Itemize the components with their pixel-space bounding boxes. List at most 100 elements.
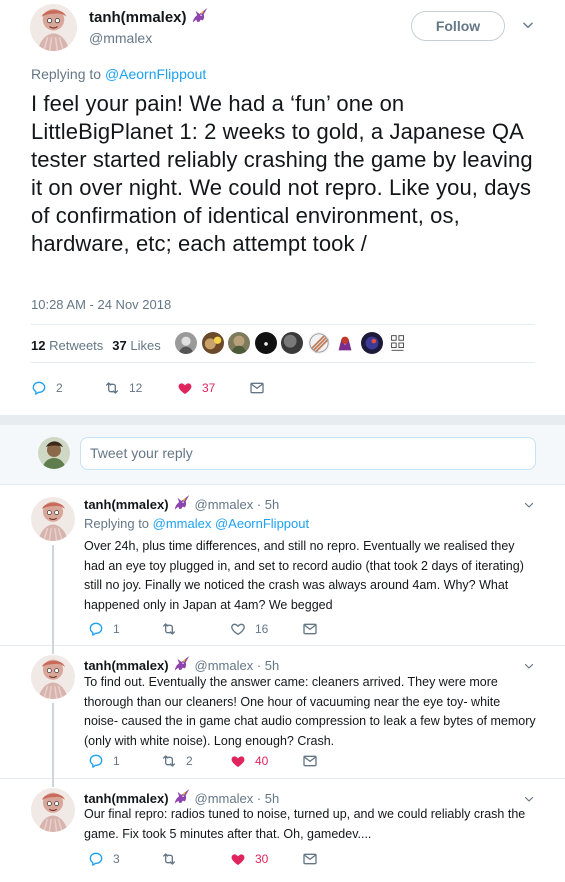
- liker-avatar[interactable]: [306, 331, 331, 355]
- reply-tweet: tanh(mmalex) @mmalex · 5h Our final repro…: [0, 779, 565, 882]
- avatar[interactable]: [31, 497, 75, 541]
- reply-icon: [88, 621, 104, 637]
- author-handle[interactable]: @mmalex: [195, 658, 254, 673]
- liker-avatar[interactable]: [200, 331, 225, 355]
- author-name[interactable]: tanh(mmalex): [89, 9, 187, 26]
- reply-composer: Tweet your reply: [0, 425, 565, 485]
- liker-avatar[interactable]: [280, 331, 304, 355]
- retweet-action[interactable]: 2: [161, 753, 193, 769]
- author-name[interactable]: tanh(mmalex): [84, 497, 169, 512]
- liker-avatar[interactable]: [253, 331, 278, 355]
- heart-icon: [230, 851, 246, 867]
- like-action[interactable]: 16: [230, 621, 268, 637]
- heart-icon: [230, 753, 246, 769]
- direct-message-action[interactable]: [302, 851, 318, 867]
- chevron-down-icon[interactable]: [523, 793, 535, 805]
- retweet-icon: [161, 851, 177, 867]
- reply-count: 2: [56, 381, 63, 395]
- replying-to: Replying to @AeornFlippout: [31, 66, 206, 82]
- likes-count: 37: [112, 337, 127, 353]
- liker-avatar[interactable]: [386, 331, 410, 355]
- thread-line: [52, 779, 54, 787]
- reply-icon: [31, 380, 47, 396]
- retweet-count: 12: [129, 381, 143, 395]
- like-action[interactable]: 37: [177, 380, 215, 396]
- reply-action[interactable]: 1: [88, 753, 120, 769]
- tweet-time[interactable]: · 5h: [257, 497, 279, 512]
- retweets-count: 12: [31, 337, 46, 353]
- tweet-actions: 2 12 37: [31, 380, 535, 396]
- divider: [31, 362, 535, 363]
- reply-count: 1: [113, 622, 120, 636]
- chevron-down-icon[interactable]: [523, 499, 535, 511]
- replying-to-link[interactable]: @AeornFlippout: [105, 66, 206, 82]
- like-action[interactable]: 40: [230, 753, 268, 769]
- avatar[interactable]: [38, 437, 70, 469]
- direct-message-action[interactable]: [302, 621, 318, 637]
- author-handle[interactable]: @mmalex: [195, 791, 254, 806]
- tweet-actions: 3 30: [88, 851, 318, 867]
- like-count: 37: [202, 381, 216, 395]
- tweet-time[interactable]: · 5h: [257, 791, 279, 806]
- retweet-icon: [104, 380, 120, 396]
- reply-input[interactable]: Tweet your reply: [80, 437, 536, 470]
- avatar[interactable]: [31, 655, 75, 699]
- replying-to: Replying to @mmalex @AeornFlippout: [84, 516, 309, 531]
- tweet-text: I feel your pain! We had a ‘fun’ one on …: [31, 91, 533, 256]
- likes-stat[interactable]: 37 Likes: [112, 338, 160, 353]
- liker-avatar[interactable]: [227, 331, 251, 355]
- envelope-icon: [302, 851, 318, 867]
- avatar[interactable]: [30, 4, 77, 51]
- retweets-stat[interactable]: 12 Retweets: [31, 338, 103, 353]
- thread-line: [52, 545, 54, 646]
- reply-icon: [88, 851, 104, 867]
- author-name[interactable]: tanh(mmalex): [84, 658, 169, 673]
- liker-avatar[interactable]: [174, 331, 198, 355]
- retweet-action[interactable]: 12: [104, 380, 142, 396]
- thread-line: [52, 703, 54, 779]
- section-separator: [0, 415, 565, 425]
- reply-header: tanh(mmalex) @mmalex · 5h: [84, 656, 279, 673]
- envelope-icon: [302, 621, 318, 637]
- chevron-down-icon[interactable]: [523, 660, 535, 672]
- tweet-time[interactable]: · 5h: [257, 658, 279, 673]
- tweet-actions: 1 16: [88, 621, 318, 637]
- replying-to-link[interactable]: @mmalex @AeornFlippout: [153, 516, 309, 531]
- reply-action[interactable]: 1: [88, 621, 120, 637]
- reply-action[interactable]: 3: [88, 851, 120, 867]
- reply-count: 3: [113, 852, 120, 866]
- envelope-icon: [302, 753, 318, 769]
- reply-icon: [88, 753, 104, 769]
- follow-button[interactable]: Follow: [411, 11, 505, 41]
- author-name[interactable]: tanh(mmalex): [84, 791, 169, 806]
- avatar[interactable]: [31, 788, 75, 832]
- reply-action[interactable]: 2: [31, 380, 63, 396]
- likes-label: Likes: [130, 337, 161, 353]
- retweet-action[interactable]: [161, 621, 186, 637]
- author-name-row[interactable]: tanh(mmalex): [89, 8, 209, 27]
- direct-message-action[interactable]: [302, 753, 318, 769]
- tweet-actions: 1 2 40: [88, 753, 318, 769]
- divider: [31, 324, 535, 325]
- reply-tweet: tanh(mmalex) @mmalex · 5h Replying to @mm…: [0, 485, 565, 646]
- chevron-down-icon[interactable]: [521, 18, 535, 32]
- like-action[interactable]: 30: [230, 851, 268, 867]
- unicorn-emoji-icon: [173, 656, 191, 672]
- liker-avatars: [174, 331, 413, 355]
- tweet-timestamp[interactable]: 10:28 AM - 24 Nov 2018: [31, 297, 171, 312]
- like-count: 16: [255, 622, 269, 636]
- replying-prefix: Replying to: [84, 516, 153, 531]
- author-handle[interactable]: @mmalex: [89, 30, 152, 46]
- replying-prefix: Replying to: [31, 66, 105, 82]
- retweet-action[interactable]: [161, 851, 186, 867]
- liker-avatar[interactable]: [359, 331, 384, 355]
- tweet-text: To find out. Eventually the answer came:…: [84, 675, 536, 748]
- author-handle[interactable]: @mmalex: [195, 497, 254, 512]
- unicorn-emoji-icon: [191, 8, 209, 24]
- direct-message-action[interactable]: [249, 380, 265, 396]
- retweet-count: 2: [186, 754, 193, 768]
- liker-avatar[interactable]: [333, 331, 357, 355]
- tweet-text: Our final repro: radios tuned to noise, …: [84, 807, 526, 841]
- reply-header: tanh(mmalex) @mmalex · 5h: [84, 789, 279, 806]
- unicorn-emoji-icon: [173, 495, 191, 511]
